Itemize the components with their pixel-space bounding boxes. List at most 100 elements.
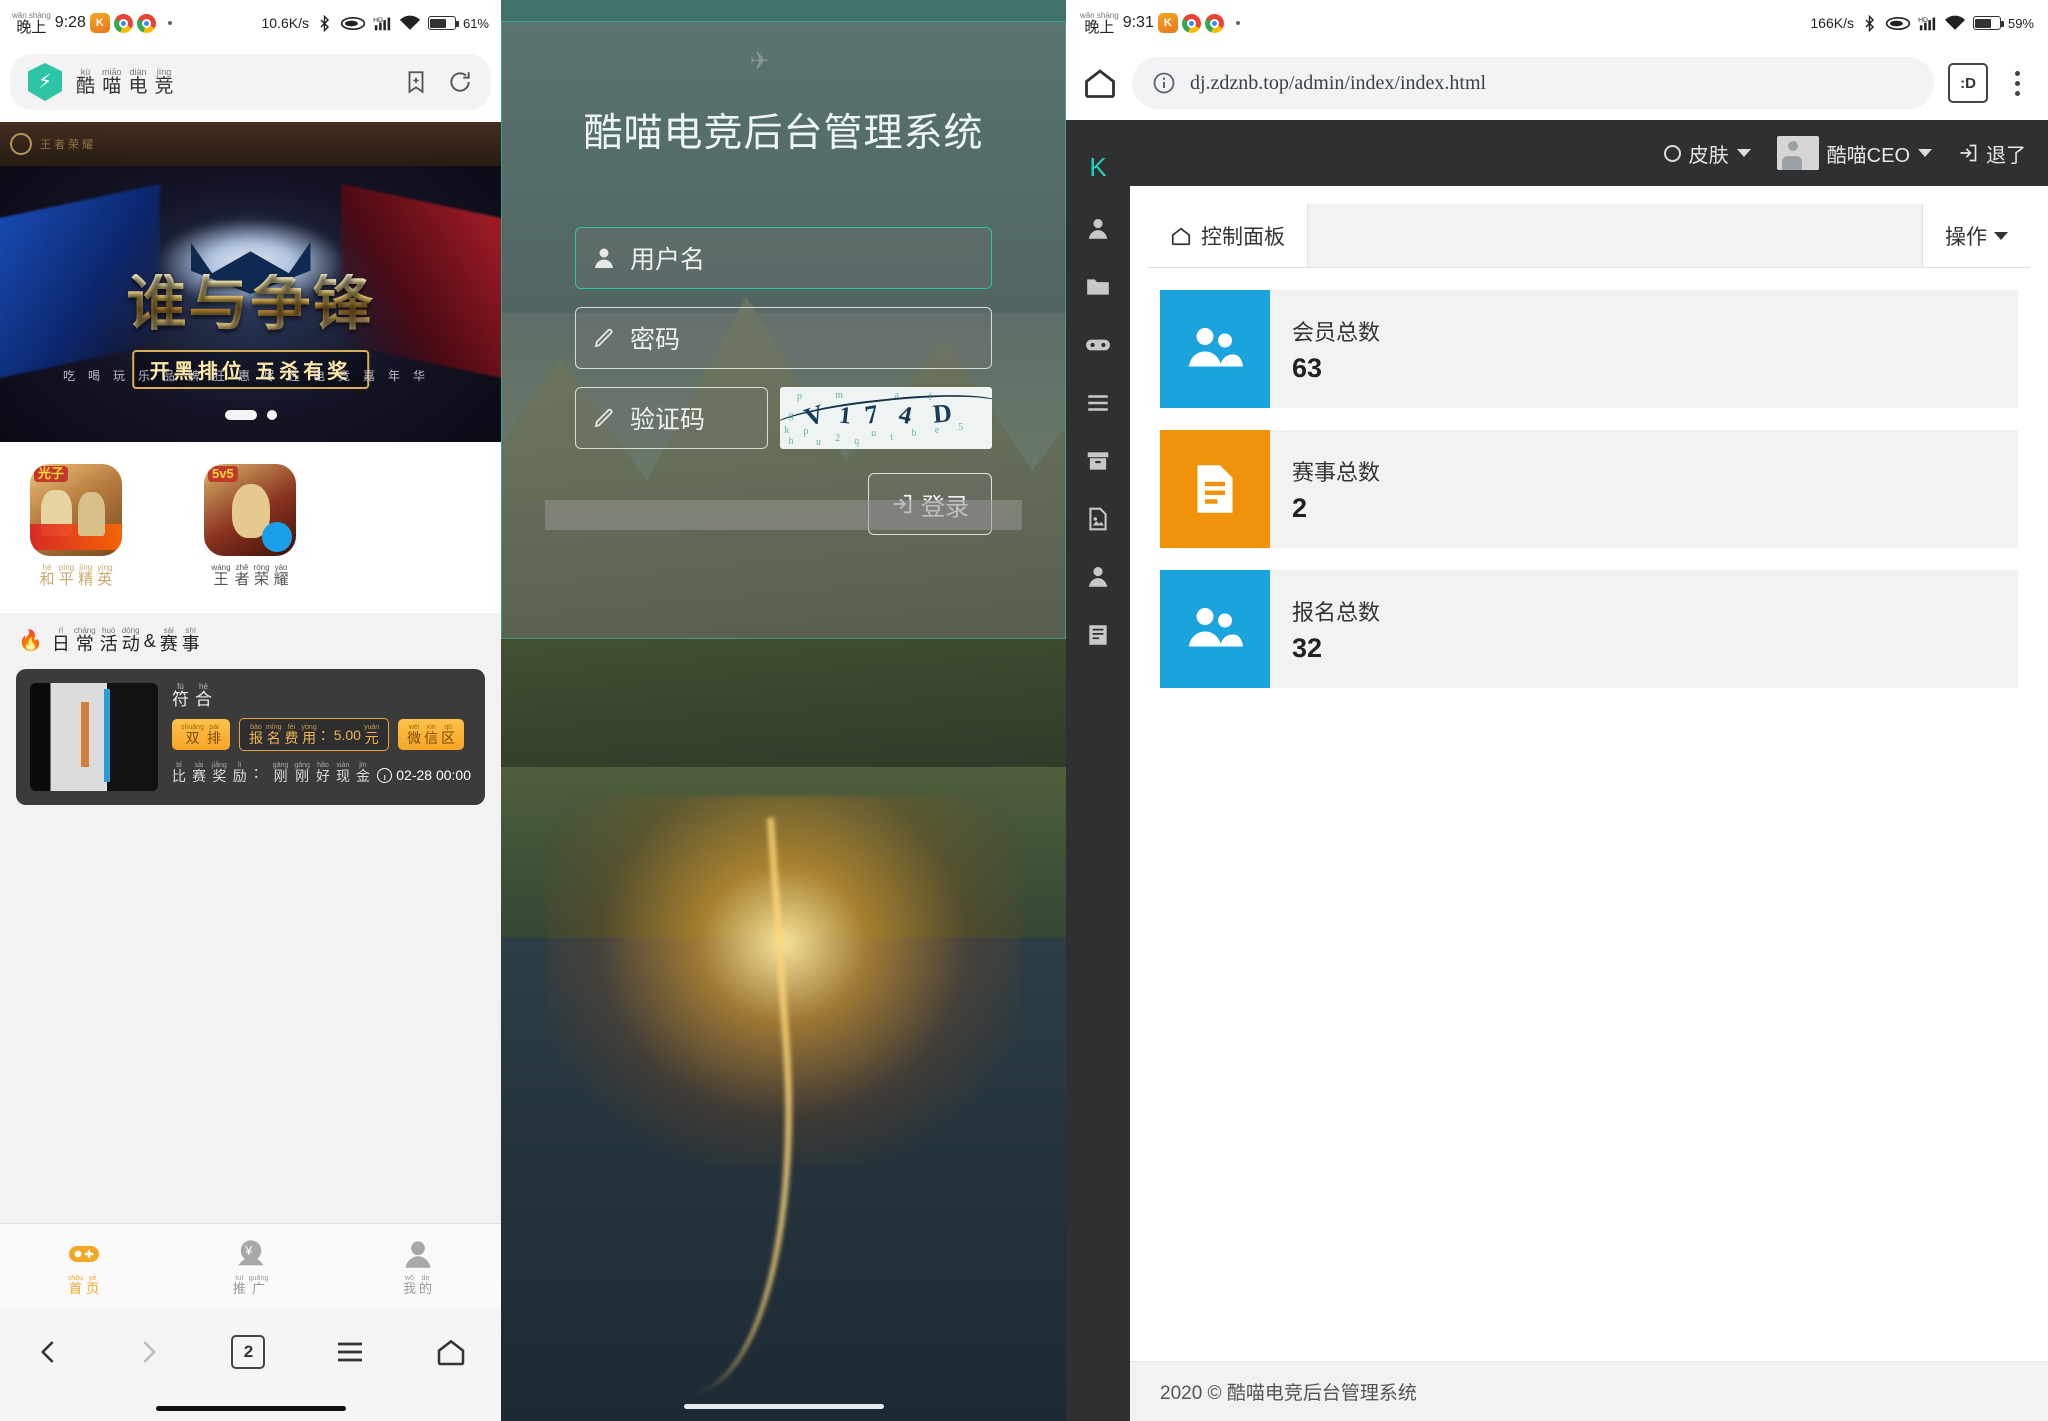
- logout-label: 退了: [1986, 144, 2026, 167]
- banner-brand-strip: 王者荣耀: [0, 122, 501, 166]
- clock-icon: [377, 767, 393, 783]
- group-icon: [1188, 328, 1243, 367]
- stat-icon-wrap: [1160, 290, 1270, 408]
- tab-dashboard-label: 控制面板: [1201, 225, 1285, 249]
- caret-down-icon: [1918, 149, 1932, 157]
- fire-icon: 🔥: [18, 629, 43, 652]
- logout-button[interactable]: 退了: [1958, 139, 2026, 168]
- banner-title: 谁与争锋: [0, 274, 501, 334]
- operation-label: 操作: [1945, 225, 1987, 249]
- tab-count-button[interactable]: :D: [1948, 63, 1988, 103]
- game-icon: 光子: [30, 464, 122, 556]
- user-icon: [595, 248, 613, 269]
- home-icon[interactable]: [1082, 65, 1118, 101]
- chevron-right-icon[interactable]: [133, 1337, 163, 1367]
- admin-brand[interactable]: K: [1066, 134, 1130, 200]
- stat-card-signups[interactable]: 报名总数 32: [1160, 570, 2018, 688]
- battery-percent: 61%: [462, 15, 489, 31]
- house-icon: [1171, 227, 1191, 245]
- activity-tag-zone: wēi 微 xìn 信 qū 区: [398, 719, 465, 750]
- app-title-char: miāo 喵: [102, 67, 122, 97]
- pencil-icon: [594, 329, 613, 348]
- sidebar-item-list[interactable]: [1066, 374, 1130, 432]
- game-shortcuts: 光子 hé 和 píng 平 jīng 精 yīng 英 5v5 wáng 王 zhě 者 …: [0, 442, 501, 613]
- tab-dashboard[interactable]: 控制面板: [1148, 204, 1308, 267]
- avatar-icon: [1776, 136, 1819, 170]
- sidebar-item-games[interactable]: [1066, 316, 1130, 374]
- stat-card-events[interactable]: 赛事总数 2: [1160, 430, 2018, 548]
- tab-count-button[interactable]: 2: [231, 1335, 266, 1369]
- stat-label: 会员总数: [1292, 319, 1381, 345]
- banner-pagination[interactable]: [0, 410, 501, 420]
- stat-value: 32: [1292, 632, 1323, 663]
- login-bottom-strip: [545, 500, 1022, 531]
- ellipse-icon: [1885, 16, 1911, 30]
- skin-selector[interactable]: 皮肤: [1663, 139, 1751, 168]
- operation-menu[interactable]: 操作: [1922, 204, 2030, 267]
- game-item-wangzherongyao[interactable]: 5v5 wáng 王 zhě 者 róng 荣 yào 耀: [204, 464, 296, 587]
- section-header-activities: 🔥 rì 日 cháng 常 huó 活 dòng 动 & sài 赛 shì 事: [0, 613, 501, 663]
- promote-icon: ¥: [237, 1240, 264, 1266]
- activity-fee-value: ：5.00: [319, 727, 361, 743]
- browser-nav-bar: 2: [0, 1309, 501, 1395]
- captcha-noise: h: [788, 435, 794, 447]
- stat-icon-wrap: [1160, 430, 1270, 548]
- sidebar-item-document[interactable]: [1066, 606, 1130, 664]
- admin-footer: 2020 © 酷喵电竞后台管理系统: [1130, 1361, 2048, 1421]
- activity-tag-mode: shuāng 双 pái 排: [172, 719, 230, 750]
- home-banner[interactable]: 王者荣耀 谁与争锋 开黑排位 五杀有奖 吃喝玩乐品牌狂惠尽在电竞嘉年华: [0, 122, 501, 442]
- group-icon: [1188, 608, 1243, 647]
- game-item-hepingjingying[interactable]: 光子 hé 和 píng 平 jīng 精 yīng 英: [30, 464, 122, 587]
- captcha-noise: 2: [835, 433, 841, 445]
- status-clock: 9:28: [54, 14, 86, 31]
- gamepad-icon: [68, 1246, 99, 1262]
- chrome-icon: [1204, 13, 1224, 33]
- stat-text: 报名总数 32: [1270, 570, 2018, 688]
- activity-tags: shuāng 双 pái 排 bào 报 míng 名 fèi 费 yòng 用 ：5.00…: [172, 718, 471, 751]
- activity-card[interactable]: fú 符 hé 合 shuāng 双 pái 排 bào 报 míng 名 fèi 费 yòn…: [16, 669, 485, 805]
- admin-main: 皮肤 酷喵CEO 退了 控制面板 操作 会员总数 63 赛事总数 2 报名总数 …: [1130, 120, 2048, 1421]
- app-title-char: jìng 竞: [154, 67, 174, 97]
- tab-promote[interactable]: ¥ tuī 推 guǎng 广: [167, 1224, 334, 1309]
- dashboard-content: 会员总数 63 赛事总数 2 报名总数 32: [1130, 268, 2048, 1361]
- banner-dot[interactable]: [224, 410, 257, 420]
- captcha-noise: a: [894, 390, 899, 402]
- status-bar: wǎn shàng 晚上 9:31 K 166K/s HD 59%: [1066, 0, 2048, 46]
- folder-icon: [1087, 279, 1109, 295]
- sidebar-item-member[interactable]: [1066, 548, 1130, 606]
- stat-card-members[interactable]: 会员总数 63: [1160, 290, 2018, 408]
- caret-down-icon: [1994, 231, 2008, 240]
- activity-body: fú 符 hé 合 shuāng 双 pái 排 bào 报 míng 名 fèi 费 yòn…: [172, 683, 471, 791]
- home-outline-icon[interactable]: [435, 1336, 467, 1368]
- login-title: 酷喵电竞后台管理系统: [583, 112, 984, 156]
- chevron-left-icon[interactable]: [34, 1337, 64, 1367]
- status-time-label: wǎn shàng 晚上: [1080, 10, 1119, 36]
- sidebar-item-folder[interactable]: [1066, 258, 1130, 316]
- user-icon: [1088, 219, 1108, 239]
- kebab-menu-icon[interactable]: [2002, 70, 2032, 96]
- bluetooth-icon: [1865, 14, 1875, 32]
- username-field[interactable]: 用户名: [575, 227, 992, 290]
- info-circle-icon[interactable]: [1152, 71, 1176, 95]
- captcha-field[interactable]: 验证码: [575, 387, 768, 450]
- user-menu[interactable]: 酷喵CEO: [1776, 136, 1932, 170]
- tab-home[interactable]: shǒu 首 yè 页: [0, 1224, 167, 1309]
- banner-dot[interactable]: [266, 410, 277, 420]
- hamburger-icon[interactable]: [334, 1336, 366, 1368]
- password-field[interactable]: 密码: [575, 307, 992, 370]
- url-bar[interactable]: dj.zdznb.top/admin/index/index.html: [1132, 57, 1934, 109]
- member-icon: [1088, 567, 1108, 587]
- sidebar-item-archive[interactable]: [1066, 432, 1130, 490]
- sidebar-item-image[interactable]: [1066, 490, 1130, 548]
- tab-mine[interactable]: wǒ 我 de 的: [334, 1224, 501, 1309]
- status-bar-right: 10.6K/s HD 61%: [261, 14, 489, 33]
- refresh-icon[interactable]: [447, 69, 473, 95]
- sidebar-item-user[interactable]: [1066, 200, 1130, 258]
- tab-mine-label: wǒ 我 de 的: [402, 1275, 433, 1296]
- url-text: dj.zdznb.top/admin/index/index.html: [1190, 71, 1487, 94]
- activity-reward-row: bǐ 比 sài 赛 jiǎng 奖 lì 励 ： gāng 刚 gāng 刚 hǎo 好 x…: [172, 762, 471, 784]
- admin-sidebar: K: [1066, 120, 1130, 1421]
- captcha-image[interactable]: p m g a f k p h u 2 q u t b e 5 V 1 7 4: [780, 387, 992, 450]
- captcha-noise: p: [796, 391, 802, 403]
- bookmark-add-icon[interactable]: [403, 69, 429, 95]
